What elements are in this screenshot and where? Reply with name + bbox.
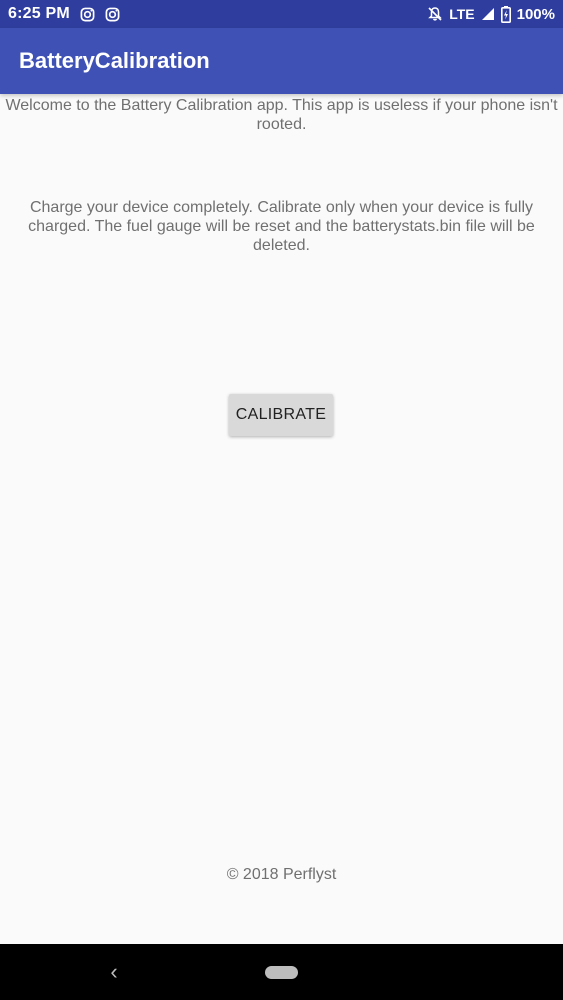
status-right-group: LTE 100% xyxy=(427,5,555,23)
notifications-off-icon xyxy=(427,6,443,22)
network-type: LTE xyxy=(449,6,475,22)
battery-percentage: 100% xyxy=(516,5,555,23)
navigation-bar: ‹ xyxy=(0,944,563,1000)
calibrate-button[interactable]: CALIBRATE xyxy=(229,394,333,436)
signal-icon xyxy=(481,7,495,21)
app-title: BatteryCalibration xyxy=(19,48,210,73)
back-icon[interactable]: ‹ xyxy=(104,958,124,986)
instagram-icon xyxy=(80,7,95,22)
welcome-text: Welcome to the Battery Calibration app. … xyxy=(5,97,558,133)
home-pill-icon[interactable] xyxy=(265,966,298,979)
main-content: Welcome to the Battery Calibration app. … xyxy=(0,94,563,944)
instructions-text: Charge your device completely. Calibrate… xyxy=(28,199,535,254)
footer-copyright: © 2018 Perflyst xyxy=(226,866,337,883)
status-time: 6:25 PM xyxy=(8,5,70,22)
status-left-group: 6:25 PM xyxy=(8,5,120,23)
instagram-icon xyxy=(105,7,120,22)
status-bar: 6:25 PM LTE 100% xyxy=(0,0,563,28)
app-bar: BatteryCalibration xyxy=(0,28,563,94)
battery-charging-icon xyxy=(500,5,511,23)
